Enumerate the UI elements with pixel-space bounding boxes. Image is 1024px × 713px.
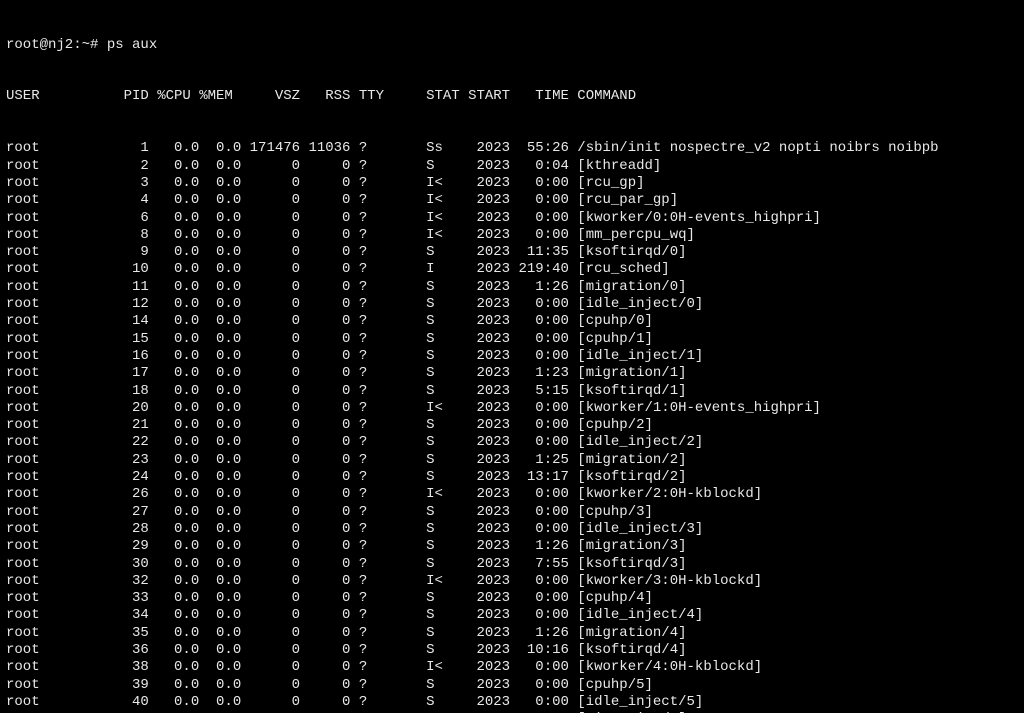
ps-row: root 22 0.0 0.0 0 0 ? S 2023 0:00 [idle_… [6, 434, 1018, 451]
ps-row: root 11 0.0 0.0 0 0 ? S 2023 1:26 [migra… [6, 279, 1018, 296]
ps-row: root 9 0.0 0.0 0 0 ? S 2023 11:35 [ksoft… [6, 244, 1018, 261]
ps-row: root 23 0.0 0.0 0 0 ? S 2023 1:25 [migra… [6, 452, 1018, 469]
ps-row: root 17 0.0 0.0 0 0 ? S 2023 1:23 [migra… [6, 365, 1018, 382]
ps-row: root 12 0.0 0.0 0 0 ? S 2023 0:00 [idle_… [6, 296, 1018, 313]
ps-row: root 2 0.0 0.0 0 0 ? S 2023 0:04 [kthrea… [6, 158, 1018, 175]
ps-row: root 20 0.0 0.0 0 0 ? I< 2023 0:00 [kwor… [6, 400, 1018, 417]
ps-row: root 34 0.0 0.0 0 0 ? S 2023 0:00 [idle_… [6, 607, 1018, 624]
ps-header-row: USER PID %CPU %MEM VSZ RSS TTY STAT STAR… [6, 88, 1018, 105]
command-prompt: root@nj2:~# ps aux [6, 37, 1018, 54]
ps-row: root 4 0.0 0.0 0 0 ? I< 2023 0:00 [rcu_p… [6, 192, 1018, 209]
ps-row: root 8 0.0 0.0 0 0 ? I< 2023 0:00 [mm_pe… [6, 227, 1018, 244]
ps-row: root 6 0.0 0.0 0 0 ? I< 2023 0:00 [kwork… [6, 210, 1018, 227]
ps-row: root 39 0.0 0.0 0 0 ? S 2023 0:00 [cpuhp… [6, 677, 1018, 694]
ps-row: root 14 0.0 0.0 0 0 ? S 2023 0:00 [cpuhp… [6, 313, 1018, 330]
ps-row: root 24 0.0 0.0 0 0 ? S 2023 13:17 [ksof… [6, 469, 1018, 486]
terminal-output[interactable]: root@nj2:~# ps aux USER PID %CPU %MEM VS… [0, 0, 1024, 713]
ps-row: root 16 0.0 0.0 0 0 ? S 2023 0:00 [idle_… [6, 348, 1018, 365]
ps-row: root 26 0.0 0.0 0 0 ? I< 2023 0:00 [kwor… [6, 486, 1018, 503]
ps-row: root 1 0.0 0.0 171476 11036 ? Ss 2023 55… [6, 140, 1018, 157]
ps-row: root 15 0.0 0.0 0 0 ? S 2023 0:00 [cpuhp… [6, 331, 1018, 348]
ps-row: root 30 0.0 0.0 0 0 ? S 2023 7:55 [ksoft… [6, 556, 1018, 573]
ps-row: root 21 0.0 0.0 0 0 ? S 2023 0:00 [cpuhp… [6, 417, 1018, 434]
ps-row: root 32 0.0 0.0 0 0 ? I< 2023 0:00 [kwor… [6, 573, 1018, 590]
ps-row: root 35 0.0 0.0 0 0 ? S 2023 1:26 [migra… [6, 625, 1018, 642]
ps-rows: root 1 0.0 0.0 171476 11036 ? Ss 2023 55… [6, 140, 1018, 713]
ps-row: root 10 0.0 0.0 0 0 ? I 2023 219:40 [rcu… [6, 261, 1018, 278]
ps-row: root 38 0.0 0.0 0 0 ? I< 2023 0:00 [kwor… [6, 659, 1018, 676]
ps-row: root 40 0.0 0.0 0 0 ? S 2023 0:00 [idle_… [6, 694, 1018, 711]
ps-row: root 27 0.0 0.0 0 0 ? S 2023 0:00 [cpuhp… [6, 504, 1018, 521]
ps-row: root 33 0.0 0.0 0 0 ? S 2023 0:00 [cpuhp… [6, 590, 1018, 607]
ps-row: root 29 0.0 0.0 0 0 ? S 2023 1:26 [migra… [6, 538, 1018, 555]
ps-row: root 18 0.0 0.0 0 0 ? S 2023 5:15 [ksoft… [6, 383, 1018, 400]
ps-row: root 36 0.0 0.0 0 0 ? S 2023 10:16 [ksof… [6, 642, 1018, 659]
ps-row: root 28 0.0 0.0 0 0 ? S 2023 0:00 [idle_… [6, 521, 1018, 538]
ps-row: root 3 0.0 0.0 0 0 ? I< 2023 0:00 [rcu_g… [6, 175, 1018, 192]
